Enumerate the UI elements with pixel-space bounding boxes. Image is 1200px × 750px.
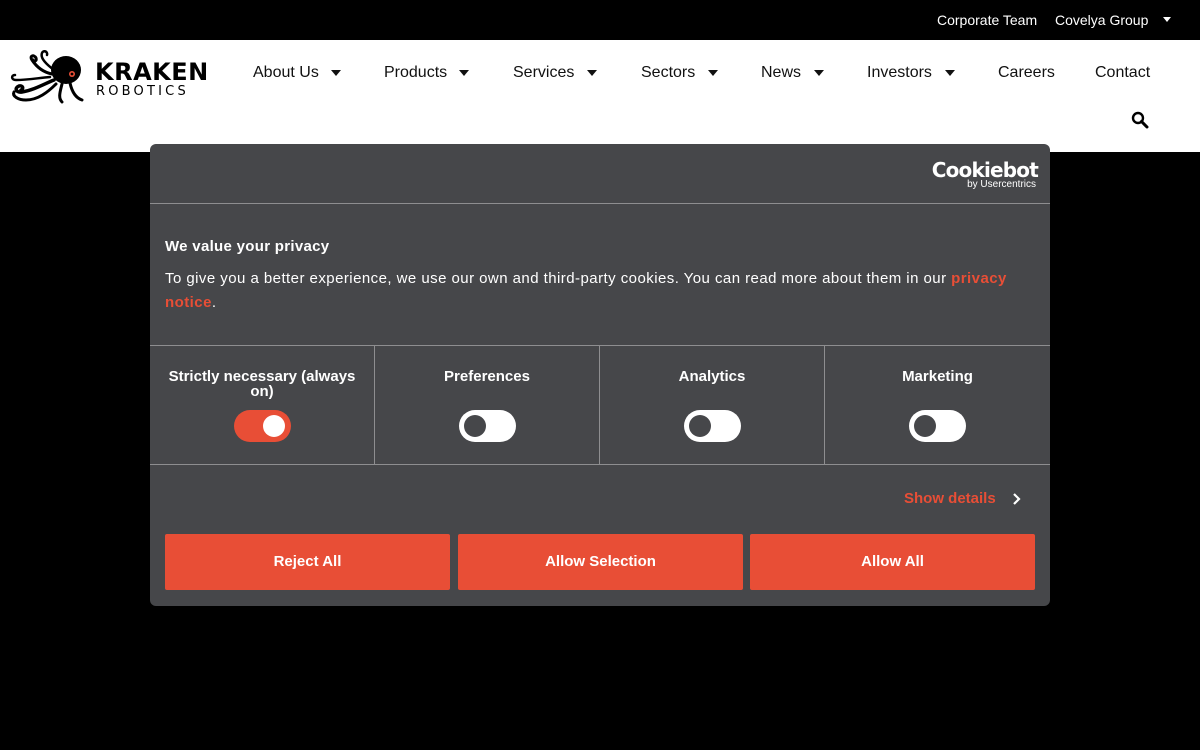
category-marketing: Marketing — [825, 346, 1050, 464]
chevron-down-icon[interactable] — [1163, 17, 1171, 22]
toggle-knob — [263, 415, 285, 437]
chevron-down-icon[interactable] — [814, 70, 824, 76]
description-end: . — [211, 294, 217, 311]
nav-about-us[interactable]: About Us — [253, 64, 319, 82]
cookie-categories: Strictly necessary (always on) Preferenc… — [150, 345, 1050, 465]
chevron-down-icon[interactable] — [331, 70, 341, 76]
category-label: Analytics — [678, 368, 746, 385]
marketing-toggle[interactable] — [909, 410, 966, 442]
category-preferences: Preferences — [375, 346, 600, 464]
reject-all-button[interactable]: Reject All — [165, 534, 450, 590]
top-utility-bar: Corporate Team Covelya Group — [0, 0, 1200, 40]
logo-wordmark-robotics: ROBOTICS — [96, 84, 189, 99]
site-header: KRAKEN ROBOTICS About Us Products Servic… — [0, 40, 1200, 152]
cookiebot-brand-sub: by Usercentrics — [967, 179, 1036, 190]
toggle-knob — [689, 415, 711, 437]
dialog-title: We value your privacy — [165, 238, 330, 255]
nav-careers[interactable]: Careers — [998, 64, 1055, 82]
category-label: Preferences — [444, 368, 530, 385]
cookiebot-logo[interactable]: Cookiebot by Usercentrics — [932, 158, 1039, 190]
category-strictly-necessary: Strictly necessary (always on) — [150, 346, 375, 464]
allow-all-button[interactable]: Allow All — [750, 534, 1035, 590]
category-analytics: Analytics — [600, 346, 825, 464]
nav-sectors[interactable]: Sectors — [641, 64, 695, 82]
dialog-header: Cookiebot by Usercentrics — [150, 144, 1050, 204]
description-text: To give you a better experience, we use … — [165, 270, 952, 287]
chevron-down-icon[interactable] — [459, 70, 469, 76]
chevron-right-icon[interactable] — [1012, 492, 1022, 506]
nav-products[interactable]: Products — [384, 64, 447, 82]
chevron-down-icon[interactable] — [945, 70, 955, 76]
category-label: Strictly necessary (always on) — [168, 368, 356, 400]
logo-wordmark-kraken: KRAKEN — [95, 58, 209, 86]
nav-news[interactable]: News — [761, 64, 801, 82]
strictly-necessary-toggle[interactable] — [234, 410, 291, 442]
allow-selection-button[interactable]: Allow Selection — [458, 534, 743, 590]
kraken-octopus-logo — [10, 50, 84, 104]
toggle-knob — [464, 415, 486, 437]
analytics-toggle[interactable] — [684, 410, 741, 442]
toggle-knob — [914, 415, 936, 437]
nav-contact[interactable]: Contact — [1095, 64, 1150, 82]
nav-services[interactable]: Services — [513, 64, 574, 82]
kraken-robotics-logo[interactable]: KRAKEN ROBOTICS — [10, 50, 208, 104]
chevron-down-icon[interactable] — [708, 70, 718, 76]
preferences-toggle[interactable] — [459, 410, 516, 442]
dialog-description: To give you a better experience, we use … — [165, 267, 1035, 315]
chevron-down-icon[interactable] — [587, 70, 597, 76]
category-label: Marketing — [902, 368, 973, 385]
covelya-group-link[interactable]: Covelya Group — [1055, 12, 1148, 28]
show-details-link[interactable]: Show details — [904, 490, 996, 507]
cookie-consent-dialog: Cookiebot by Usercentrics We value your … — [150, 144, 1050, 606]
corporate-team-link[interactable]: Corporate Team — [937, 12, 1037, 28]
search-icon[interactable] — [1131, 111, 1149, 129]
nav-investors[interactable]: Investors — [867, 64, 932, 82]
